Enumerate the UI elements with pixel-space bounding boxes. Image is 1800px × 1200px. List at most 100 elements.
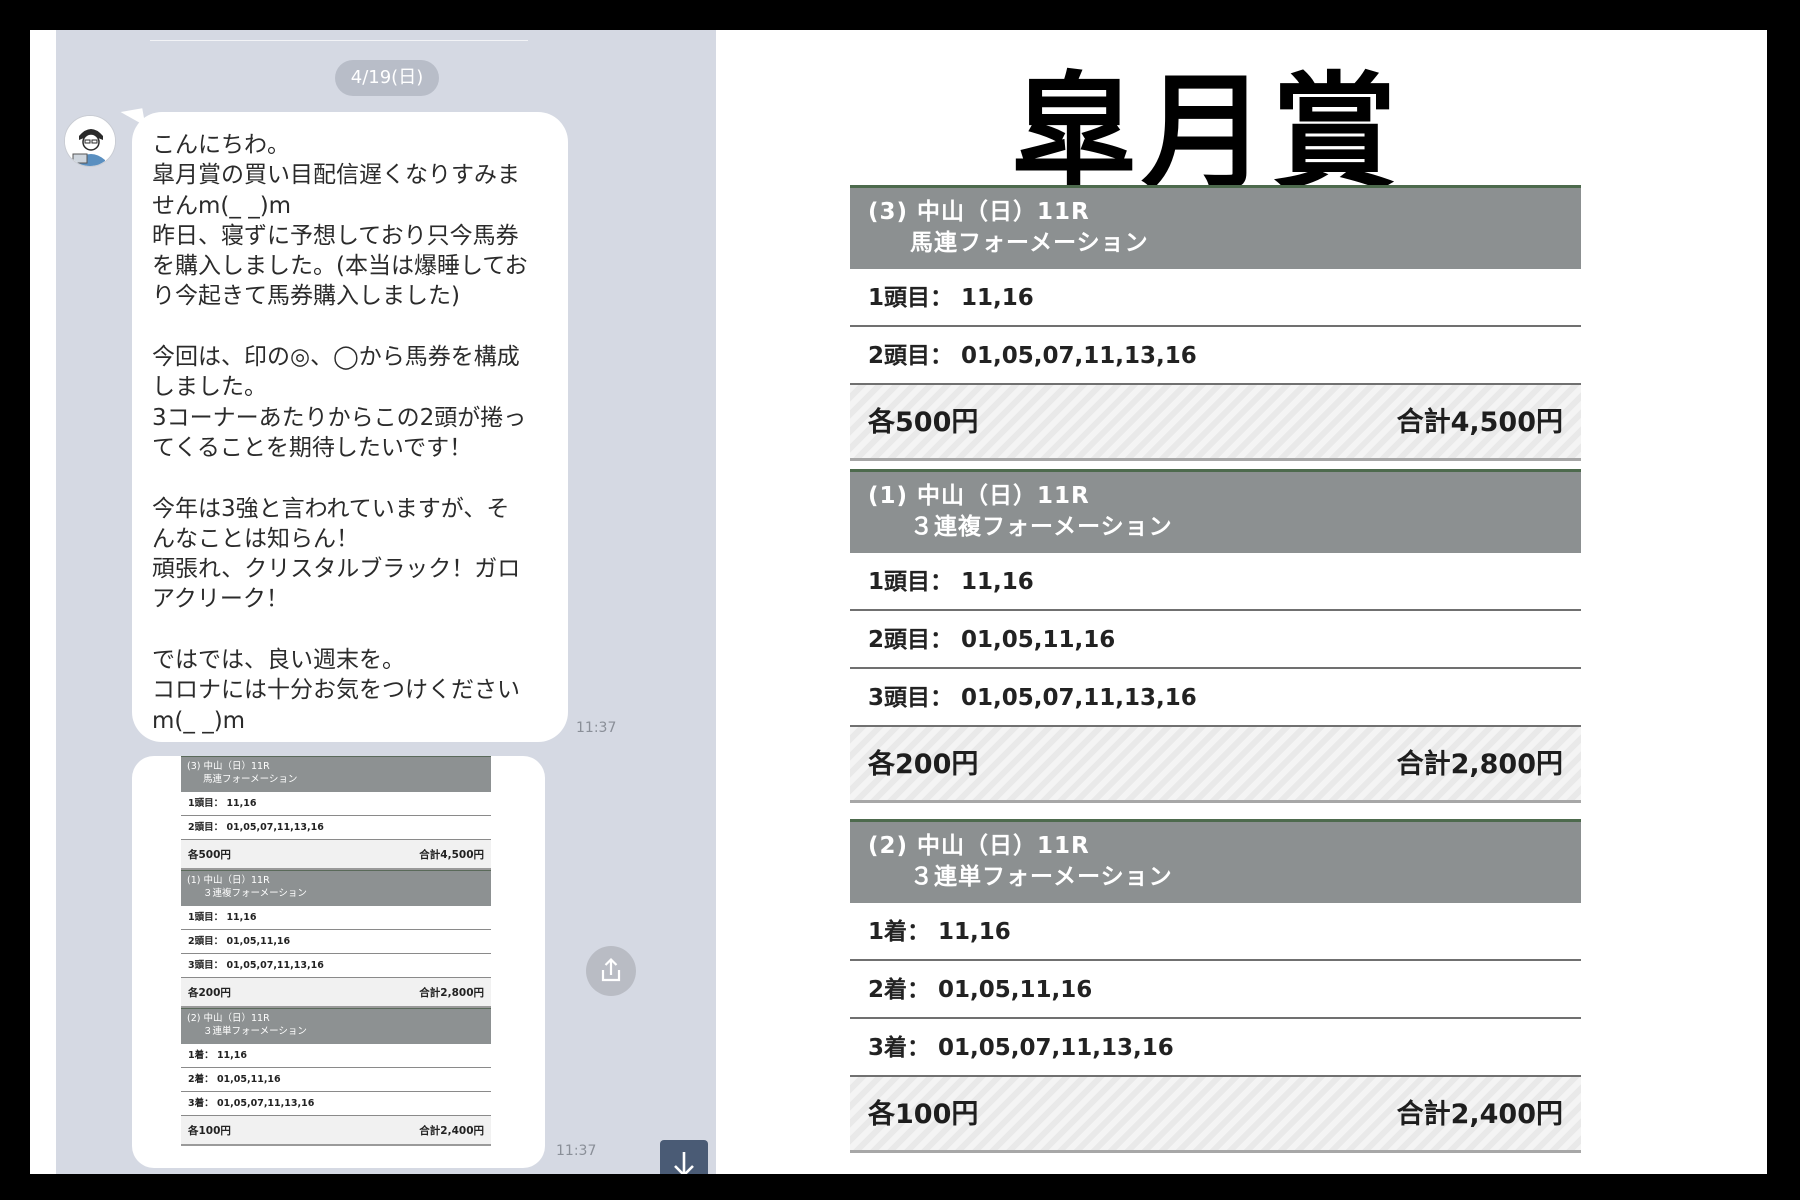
date-separator: 4/19(日) xyxy=(335,60,439,96)
bet-type: ３連単フォーメーション xyxy=(910,864,1173,890)
message-line: せんm(_ _)m xyxy=(152,192,292,219)
message-line: 3コーナーあたりからこの2頭が捲っ xyxy=(152,404,527,431)
bet-each-amount: 各100円 xyxy=(868,1099,979,1130)
bet-row-label: 1頭目： xyxy=(868,285,954,311)
bet-row: 2頭目： 01,05,11,16 xyxy=(850,611,1581,669)
thumb-bet-total: 各200円 合計2,800円 xyxy=(181,978,491,1008)
bet-each-amount: 各200円 xyxy=(868,749,979,780)
bet-type: 馬連フォーメーション xyxy=(910,230,1149,256)
bet-row-label: 2頭目： xyxy=(868,343,954,369)
message-line: m(_ _)m xyxy=(152,707,246,734)
bet-row-label: 3頭目： xyxy=(868,685,954,711)
thumb-row-label: 1頭目： xyxy=(188,912,224,923)
thumb-row-label: 1頭目： xyxy=(188,798,224,809)
bet-row-value: 11,16 xyxy=(961,569,1034,595)
thumb-row-value: 11,16 xyxy=(226,798,257,809)
bet-total-amount: 合計2,400円 xyxy=(1396,1099,1563,1130)
thumb-row-value: 11,16 xyxy=(216,1050,247,1061)
share-button[interactable] xyxy=(586,946,636,996)
thumb-bet-row: 2頭目： 01,05,11,16 xyxy=(181,930,491,954)
thumb-row-label: 3着： xyxy=(188,1098,214,1109)
thumb-row-label: 3頭目： xyxy=(188,960,224,971)
bet-row: 3着： 01,05,07,11,13,16 xyxy=(850,1019,1581,1077)
message-line: 今年は3強と言われていますが、そ xyxy=(152,495,510,522)
thumb-bet-row: 1着： 11,16 xyxy=(181,1044,491,1068)
bet-row-value: 01,05,07,11,13,16 xyxy=(961,685,1197,711)
thumb-bet-total: 各100円 合計2,400円 xyxy=(181,1116,491,1146)
thumb-bet-race: (2) 中山（日）11R xyxy=(187,1013,270,1024)
bet-row-label: 2頭目： xyxy=(868,627,954,653)
bet-race: (2) 中山（日）11R xyxy=(868,833,1090,859)
message-timestamp: 11:37 xyxy=(556,1143,597,1159)
section-gap xyxy=(850,461,1581,469)
scroll-down-button[interactable] xyxy=(660,1140,708,1174)
thumb-bet-total: 各500円 合計4,500円 xyxy=(181,840,491,870)
bet-header: (2) 中山（日）11R ３連単フォーメーション xyxy=(850,819,1581,903)
bet-total: 各500円 合計4,500円 xyxy=(850,385,1581,461)
thumb-bet-type: ３連単フォーメーション xyxy=(203,1026,307,1037)
bet-total-amount: 合計4,500円 xyxy=(1396,407,1563,438)
message-line: コロナには十分お気をつけください xyxy=(152,677,520,704)
thumb-row-value: 11,16 xyxy=(226,912,257,923)
thumb-bet-header: (3) 中山（日）11R 馬連フォーメーション xyxy=(181,756,491,792)
message-line: アクリーク！ xyxy=(152,586,289,613)
betting-slip: (3) 中山（日）11R 馬連フォーメーション 1頭目： 11,16 2頭目： … xyxy=(850,185,1581,1153)
thumb-bet-type: 馬連フォーメーション xyxy=(203,774,298,785)
bet-race: (3) 中山（日）11R xyxy=(868,199,1090,225)
chat-panel: 4/19(日) こんにちわ。 皐月賞の買い目配信遅くなりすみま せんm(_ _)… xyxy=(56,30,716,1174)
bet-section: (2) 中山（日）11R ３連単フォーメーション 1着： 11,16 2着： 0… xyxy=(850,819,1581,1153)
thumb-total-amount: 合計4,500円 xyxy=(419,849,484,861)
bet-type: ３連複フォーメーション xyxy=(910,514,1173,540)
message-bubble[interactable]: こんにちわ。 皐月賞の買い目配信遅くなりすみま せんm(_ _)m 昨日、寝ずに… xyxy=(132,112,568,742)
bet-row-label: 1着： xyxy=(868,919,931,945)
avatar-icon[interactable] xyxy=(64,115,116,167)
message-line: 頑張れ、クリスタルブラック！ガロ xyxy=(152,556,521,583)
section-gap xyxy=(850,803,1581,819)
thumb-each-amount: 各500円 xyxy=(188,849,231,861)
bet-row: 2着： 01,05,11,16 xyxy=(850,961,1581,1019)
thumb-row-value: 01,05,11,16 xyxy=(216,1074,281,1085)
thumb-bet-row: 1頭目： 11,16 xyxy=(181,906,491,930)
bet-total-amount: 合計2,800円 xyxy=(1396,749,1563,780)
race-title: 皐月賞 xyxy=(1011,60,1401,207)
thumb-row-value: 01,05,11,16 xyxy=(226,936,291,947)
thumb-bet-race: (3) 中山（日）11R xyxy=(187,761,270,772)
thumb-row-label: 1着： xyxy=(188,1050,214,1061)
message-line: 皐月賞の買い目配信遅くなりすみま xyxy=(152,162,520,189)
bet-row: 1着： 11,16 xyxy=(850,903,1581,961)
bet-row: 3頭目： 01,05,07,11,13,16 xyxy=(850,669,1581,727)
thumb-bet-header: (1) 中山（日）11R ３連複フォーメーション xyxy=(181,870,491,906)
bet-header: (3) 中山（日）11R 馬連フォーメーション xyxy=(850,185,1581,269)
screenshot-frame: 4/19(日) こんにちわ。 皐月賞の買い目配信遅くなりすみま せんm(_ _)… xyxy=(30,30,1767,1174)
arrow-down-icon xyxy=(674,1152,694,1174)
thumb-row-label: 2頭目： xyxy=(188,822,224,833)
bet-row-value: 01,05,11,16 xyxy=(938,977,1093,1003)
message-line: 今回は、印の◎、◯から馬券を構成 xyxy=(152,344,520,371)
image-message[interactable]: (3) 中山（日）11R 馬連フォーメーション 1頭目： 11,16 2頭目： … xyxy=(132,756,545,1168)
thumb-row-value: 01,05,07,11,13,16 xyxy=(216,1098,315,1109)
bet-section: (1) 中山（日）11R ３連複フォーメーション 1頭目： 11,16 2頭目：… xyxy=(850,469,1581,803)
thumb-bet-race: (1) 中山（日）11R xyxy=(187,875,270,886)
thumb-bet-row: 2着： 01,05,11,16 xyxy=(181,1068,491,1092)
bet-row-value: 01,05,07,11,13,16 xyxy=(961,343,1197,369)
bet-section: (3) 中山（日）11R 馬連フォーメーション 1頭目： 11,16 2頭目： … xyxy=(850,185,1581,461)
bet-row-label: 1頭目： xyxy=(868,569,954,595)
bet-each-amount: 各500円 xyxy=(868,407,979,438)
thumb-bet-row: 3着： 01,05,07,11,13,16 xyxy=(181,1092,491,1116)
share-icon xyxy=(601,957,621,982)
bet-row-value: 11,16 xyxy=(938,919,1011,945)
thumb-bet-row: 3頭目： 01,05,07,11,13,16 xyxy=(181,954,491,978)
bet-row: 1頭目： 11,16 xyxy=(850,553,1581,611)
thumb-each-amount: 各200円 xyxy=(188,987,231,999)
message-line: り今起きて馬券購入しました) xyxy=(152,283,460,310)
message-line: 昨日、寝ずに予想しており只今馬券 xyxy=(152,222,519,249)
thumb-total-amount: 合計2,400円 xyxy=(419,1125,484,1137)
bet-row-label: 2着： xyxy=(868,977,931,1003)
bet-row-label: 3着： xyxy=(868,1035,931,1061)
message-line: てくることを期待したいです！ xyxy=(152,434,473,461)
message-line: を購入しました。(本当は爆睡してお xyxy=(152,253,528,280)
bet-row-value: 11,16 xyxy=(961,285,1034,311)
message-line: ではでは、良い週末を。 xyxy=(152,647,405,674)
